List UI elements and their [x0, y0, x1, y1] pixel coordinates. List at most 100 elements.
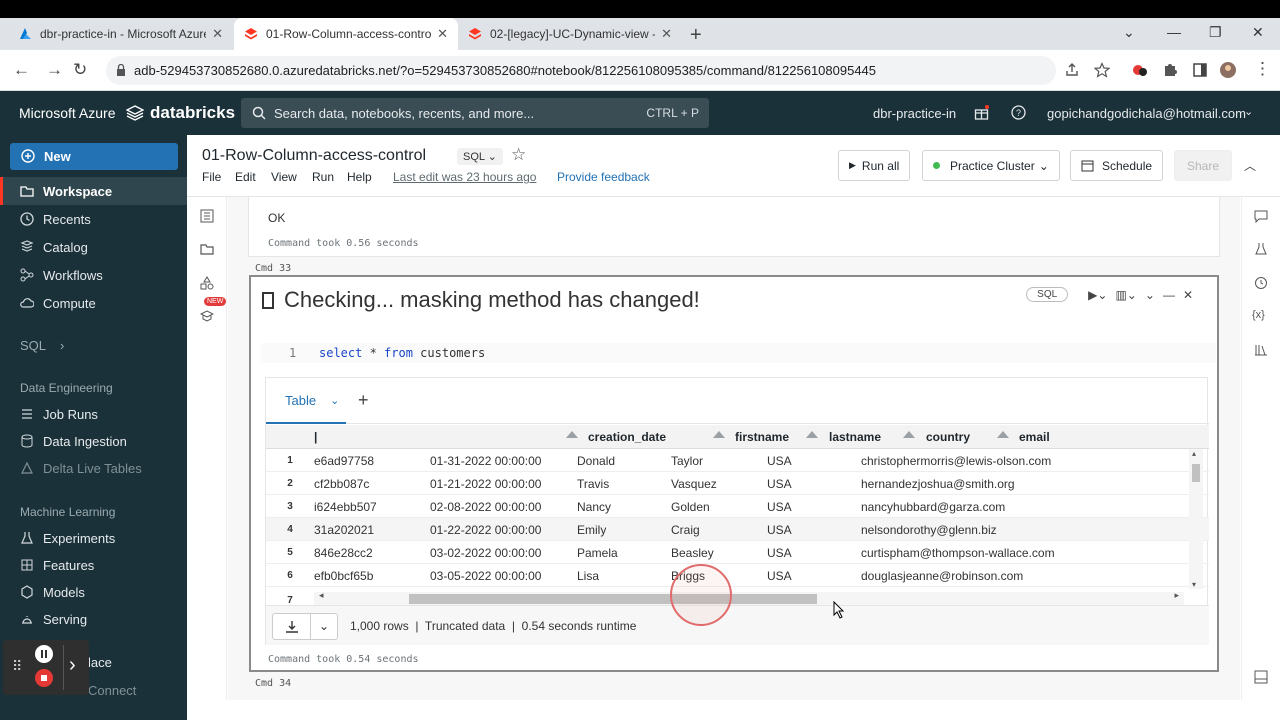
close-icon[interactable]: ✕	[661, 26, 672, 42]
table-row[interactable]: 5 846e28cc2 03-02-2022 00:00:00 Pamela B…	[266, 541, 1209, 564]
menu-edit[interactable]: Edit	[235, 170, 256, 184]
last-edit-link[interactable]: Last edit was 23 hours ago	[393, 170, 536, 184]
window-close-icon[interactable]: ✕	[1252, 24, 1264, 41]
drag-handle-icon[interactable]: ⠿	[12, 658, 22, 675]
sidebar-item-compute[interactable]: Compute	[0, 289, 187, 317]
scroll-left-icon[interactable]: ◂	[319, 590, 324, 601]
tab-table[interactable]: Table ⌄	[266, 378, 346, 424]
table-row[interactable]: 1 e6ad97758 01-31-2022 00:00:00 Donald T…	[266, 449, 1209, 472]
new-tab-button[interactable]: +	[690, 24, 702, 47]
library-icon[interactable]	[1254, 343, 1268, 357]
favorite-star-icon[interactable]: ☆	[511, 145, 526, 165]
language-selector[interactable]: SQL ⌄	[457, 148, 503, 165]
menu-run[interactable]: Run	[312, 170, 334, 184]
sort-icon[interactable]	[566, 431, 578, 438]
code-editor[interactable]: 1 select * from customers	[261, 343, 1216, 363]
close-icon[interactable]: ✕	[437, 26, 448, 42]
feedback-link[interactable]: Provide feedback	[557, 170, 650, 184]
scroll-right-icon[interactable]: ▸	[1174, 590, 1179, 601]
scroll-down-icon[interactable]: ▾	[1192, 580, 1196, 589]
browser-menu-icon[interactable]: ⋮	[1254, 59, 1271, 79]
chevron-down-icon[interactable]: ⌄	[1244, 105, 1253, 118]
column-header-id[interactable]: |	[314, 430, 317, 444]
menu-file[interactable]: File	[202, 170, 221, 184]
tab-dynamic-view[interactable]: 02-[legacy]-UC-Dynamic-view - D ✕	[458, 18, 682, 50]
horizontal-scrollbar[interactable]: ◂ ▸	[314, 590, 1184, 605]
share-button[interactable]: Share	[1174, 150, 1232, 181]
column-header-country[interactable]: country	[926, 430, 970, 444]
column-header-firstname[interactable]: firstname	[735, 430, 789, 444]
close-cell-icon[interactable]: ✕	[1183, 288, 1193, 302]
sidepanel-icon[interactable]	[1192, 62, 1208, 78]
url-field[interactable]: adb-529453730852680.0.azuredatabricks.ne…	[106, 56, 1056, 85]
back-icon[interactable]: ←	[13, 60, 30, 80]
chart-icon[interactable]: ▥⌄	[1115, 288, 1136, 302]
tab-search-icon[interactable]: ⌄	[1123, 24, 1135, 41]
comment-icon[interactable]	[1254, 209, 1268, 223]
sidebar-item-data-ingestion[interactable]: Data Ingestion	[0, 427, 187, 455]
sidebar-item-models[interactable]: Models	[0, 578, 187, 606]
sidebar-item-experiments[interactable]: Experiments	[0, 524, 187, 552]
sort-icon[interactable]	[713, 431, 725, 438]
folder-icon[interactable]	[200, 242, 214, 256]
notebook-cell[interactable]: Checking... masking method has changed! …	[249, 275, 1219, 672]
column-header-email[interactable]: email	[1019, 430, 1050, 444]
column-header-lastname[interactable]: lastname	[829, 430, 881, 444]
close-icon[interactable]: ✕	[212, 26, 223, 42]
sort-icon[interactable]	[903, 431, 915, 438]
run-all-button[interactable]: ▶ Run all	[838, 150, 911, 181]
sidebar-item-recents[interactable]: Recents	[0, 205, 187, 233]
pause-icon[interactable]	[34, 644, 54, 664]
tab-notebook-active[interactable]: 01-Row-Column-access-control ✕	[234, 18, 458, 50]
minimize-cell-icon[interactable]: —	[1163, 288, 1175, 302]
table-row[interactable]: 6 efb0bcf65b 03-05-2022 00:00:00 Lisa Br…	[266, 564, 1209, 587]
sort-icon[interactable]	[997, 431, 1009, 438]
menu-help[interactable]: Help	[347, 170, 372, 184]
sidebar-item-serving[interactable]: Serving	[0, 605, 187, 633]
add-visualization-button[interactable]: +	[358, 390, 369, 411]
avatar[interactable]	[1220, 62, 1236, 78]
run-cell-icon[interactable]: ▶⌄	[1088, 288, 1107, 302]
table-row[interactable]: 3 i624ebb507 02-08-2022 00:00:00 Nancy G…	[266, 495, 1209, 518]
collapse-icon[interactable]: ⌄	[1145, 288, 1155, 302]
scrollbar-thumb[interactable]	[409, 594, 817, 604]
sidebar-item-workflows[interactable]: Workflows	[0, 261, 187, 289]
variables-icon[interactable]: {x}	[1252, 309, 1265, 321]
sidebar-item-delta-live-tables[interactable]: Delta Live Tables	[0, 454, 187, 482]
table-of-contents-icon[interactable]	[200, 209, 214, 223]
share-icon[interactable]	[1064, 62, 1080, 78]
chevron-down-icon[interactable]: ⌄	[319, 619, 329, 633]
global-search-input[interactable]: Search data, notebooks, recents, and mor…	[241, 98, 709, 128]
extensions-puzzle-icon[interactable]	[1162, 62, 1178, 78]
gift-icon[interactable]	[974, 105, 989, 120]
collapse-header-icon[interactable]: ︿	[1244, 157, 1256, 174]
tab-azure[interactable]: dbr-practice-in - Microsoft Azure ✕	[8, 18, 233, 50]
help-icon[interactable]: ?	[1011, 105, 1026, 120]
scrollbar-thumb[interactable]	[1192, 464, 1200, 482]
table-row[interactable]: 2 cf2bb087c 01-21-2022 00:00:00 Travis V…	[266, 472, 1209, 495]
learning-icon[interactable]	[200, 309, 214, 323]
panel-icon[interactable]	[1254, 670, 1268, 684]
user-menu[interactable]: gopichandgodichala@hotmail.com	[1047, 106, 1246, 121]
sidebar-item-sql[interactable]: SQL ›	[0, 331, 187, 359]
sidebar-item-job-runs[interactable]: Job Runs	[0, 400, 187, 428]
menu-view[interactable]: View	[271, 170, 297, 184]
sidebar-item-catalog[interactable]: Catalog	[0, 233, 187, 261]
notebook-title[interactable]: 01-Row-Column-access-control	[202, 147, 426, 165]
bookmark-star-icon[interactable]	[1094, 62, 1110, 78]
history-icon[interactable]	[1254, 276, 1268, 290]
download-button[interactable]: ⌄	[272, 613, 338, 640]
scroll-up-icon[interactable]: ▴	[1192, 449, 1196, 458]
table-row[interactable]: 4 31a202021 01-22-2022 00:00:00 Emily Cr…	[266, 518, 1209, 541]
chevron-down-icon[interactable]: ⌄	[330, 394, 339, 407]
vertical-scrollbar[interactable]: ▴ ▾	[1189, 449, 1203, 589]
cell-language-pill[interactable]: SQL	[1026, 287, 1069, 302]
sort-icon[interactable]	[806, 431, 818, 438]
schedule-button[interactable]: Schedule	[1070, 150, 1164, 181]
shapes-icon[interactable]	[200, 276, 214, 290]
screen-recorder-widget[interactable]: ⠿ ›	[3, 640, 89, 695]
new-button[interactable]: New	[10, 143, 178, 170]
chevron-right-icon[interactable]: ›	[69, 654, 76, 677]
sidebar-item-features[interactable]: Features	[0, 551, 187, 579]
databricks-logo[interactable]: databricks	[126, 103, 235, 123]
